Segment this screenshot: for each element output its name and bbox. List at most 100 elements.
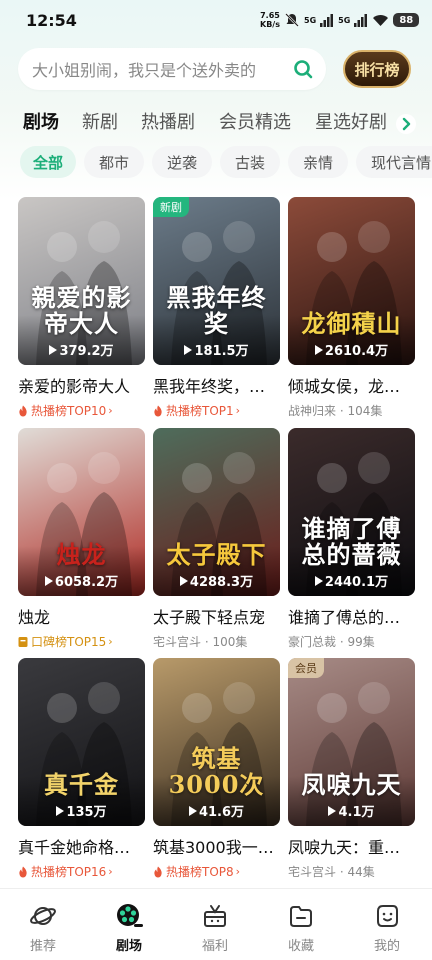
tab-theater[interactable]: 剧场 <box>23 108 59 134</box>
network-speed: 7.65 KB/s <box>260 11 280 29</box>
search-placeholder: 大小姐别闹，我只是个送外卖的 <box>32 61 257 80</box>
nav-theater[interactable]: 剧场 <box>86 889 172 960</box>
view-count: 41.6万 <box>153 801 280 820</box>
play-icon <box>188 806 197 816</box>
drama-poster[interactable]: 筑基3000次 41.6万 <box>153 658 280 826</box>
drama-title: 谁摘了傅总的… <box>288 608 401 627</box>
wifi-icon <box>373 15 389 26</box>
network-speed-value: 7.65 <box>260 11 280 20</box>
play-icon <box>49 345 58 355</box>
view-count: 379.2万 <box>18 340 145 359</box>
planet-icon <box>30 907 56 925</box>
drama-meta: 战神归来 · 104集 <box>288 402 415 419</box>
bottom-navigation: 推荐 剧场 福利 收藏 我的 <box>0 888 432 960</box>
view-count: 2610.4万 <box>288 340 415 359</box>
signal-icon-2 <box>354 14 368 27</box>
chevron-right-icon: › <box>108 635 113 648</box>
play-icon <box>44 576 53 586</box>
chevron-right-icon[interactable] <box>396 114 416 134</box>
network-speed-unit: KB/s <box>260 20 280 29</box>
nav-welfare[interactable]: 福利 <box>172 889 258 960</box>
chevron-right-icon: › <box>108 865 113 878</box>
poster-title-art: 烛龙 <box>56 540 107 569</box>
network-type-1: 5G <box>304 15 317 25</box>
view-count-value: 181.5万 <box>194 344 249 359</box>
status-bar: 12:54 7.65 KB/s 5G 5G 88 <box>0 0 432 42</box>
filter-city[interactable]: 都市 <box>84 146 144 178</box>
drama-meta: 宅斗宫斗 · 44集 <box>288 863 415 880</box>
view-count-value: 135万 <box>66 805 107 820</box>
nav-favorites[interactable]: 收藏 <box>258 889 344 960</box>
ranking-text: 热播榜TOP1 <box>166 404 234 418</box>
ranking-link[interactable]: 热播榜TOP1 › <box>153 402 280 419</box>
drama-poster[interactable]: 谁摘了傅总的蔷薇 2440.1万 <box>288 428 415 596</box>
drama-title: 太子殿下轻点宠 <box>153 608 266 627</box>
drama-poster[interactable]: 真千金 135万 <box>18 658 145 826</box>
drama-card[interactable]: 凤唳九天 会员 4.1万 凤唳九天：重… 宅斗宫斗 · 44集 <box>288 658 415 880</box>
poster-title-art: 黑我年终奖 <box>166 283 267 338</box>
view-count: 135万 <box>18 801 145 820</box>
drama-title: 筑基3000我一… <box>153 838 274 857</box>
filter-modern-romance[interactable]: 现代言情 <box>356 146 432 178</box>
tab-new[interactable]: 新剧 <box>82 108 118 134</box>
ranking-link[interactable]: 热播榜TOP10 › <box>18 402 145 419</box>
drama-card[interactable]: 太子殿下 4288.3万太子殿下轻点宠宅斗宫斗 · 100集 <box>153 428 280 650</box>
filter-all[interactable]: 全部 <box>20 146 76 178</box>
poster-title-art: 真千金 <box>44 770 119 799</box>
ranking-link[interactable]: 热播榜TOP8 › <box>153 863 280 880</box>
view-count-value: 41.6万 <box>198 805 245 820</box>
vip-badge: 会员 <box>288 658 324 678</box>
drama-card[interactable]: 龙御積山 2610.4万 倾城女侯，龙… 战神归来 · 104集 <box>288 197 415 419</box>
play-icon <box>314 345 323 355</box>
drama-card[interactable]: 真千金 135万真千金她命格… 热播榜TOP16 › <box>18 658 145 880</box>
nav-profile[interactable]: 我的 <box>344 889 430 960</box>
filter-family[interactable]: 亲情 <box>288 146 348 178</box>
drama-poster[interactable]: 親爱的影帝大人 379.2万 <box>18 197 145 365</box>
gift-icon <box>204 905 226 927</box>
drama-meta-text: 宅斗宫斗 · 100集 <box>153 635 248 649</box>
drama-poster[interactable]: 龙御積山 2610.4万 <box>288 197 415 365</box>
chevron-right-icon: › <box>108 404 113 417</box>
poster-title-art: 凤唳九天 <box>301 770 402 799</box>
battery-indicator: 88 <box>393 13 420 27</box>
tab-hot[interactable]: 热播剧 <box>141 108 195 134</box>
drama-card[interactable]: 谁摘了傅总的蔷薇 2440.1万谁摘了傅总的… 豪门总裁 · 99集 <box>288 428 415 650</box>
search-bar[interactable]: 大小姐别闹，我只是个送外卖的 <box>18 48 326 90</box>
drama-meta-text: 宅斗宫斗 · 44集 <box>288 865 375 879</box>
drama-card[interactable]: 烛龙 6058.2万 烛龙 口碑榜TOP15 › <box>18 428 145 650</box>
folder-icon <box>290 906 312 927</box>
poster-title-art: 親爱的影帝大人 <box>31 283 132 338</box>
ranking-link[interactable]: 热播榜TOP16 › <box>18 863 145 880</box>
play-icon <box>328 806 337 816</box>
filter-costume[interactable]: 古装 <box>220 146 280 178</box>
nav-recommend-label: 推荐 <box>29 939 56 954</box>
drama-meta: 豪门总裁 · 99集 <box>288 633 415 650</box>
view-count-value: 379.2万 <box>59 344 114 359</box>
flame-icon <box>19 866 27 877</box>
chevron-right-icon: › <box>235 404 241 417</box>
ranking-button[interactable]: 排行榜 <box>343 50 411 88</box>
drama-poster[interactable]: 太子殿下 4288.3万 <box>153 428 280 596</box>
drama-card[interactable]: 筑基3000次 41.6万筑基3000我一… 热播榜TOP8 › <box>153 658 280 880</box>
nav-favorites-label: 收藏 <box>287 939 314 954</box>
status-time: 12:54 <box>26 11 77 30</box>
ranking-link[interactable]: 口碑榜TOP15 › <box>18 633 145 650</box>
view-count-value: 2610.4万 <box>324 344 389 359</box>
drama-title: 烛龙 <box>18 608 51 627</box>
filter-comeback[interactable]: 逆袭 <box>152 146 212 178</box>
drama-card[interactable]: 黑我年终奖 新剧 181.5万 黑我年终奖，… 热播榜TOP1 › <box>153 197 280 419</box>
film-reel-icon <box>117 904 143 927</box>
view-count-value: 2440.1万 <box>324 575 389 590</box>
nav-recommend[interactable]: 推荐 <box>0 889 86 960</box>
view-count: 4.1万 <box>288 801 415 820</box>
ranking-text: 口碑榜TOP15 <box>31 635 107 649</box>
tab-star-picks[interactable]: 星选好剧 <box>315 108 387 134</box>
drama-poster[interactable]: 黑我年终奖 新剧 181.5万 <box>153 197 280 365</box>
tab-vip-picks[interactable]: 会员精选 <box>219 108 291 134</box>
drama-title: 真千金她命格… <box>18 838 131 857</box>
badge-icon <box>18 636 28 647</box>
drama-poster[interactable]: 凤唳九天 会员 4.1万 <box>288 658 415 826</box>
drama-card[interactable]: 親爱的影帝大人 379.2万亲爱的影帝大人 热播榜TOP10 › <box>18 197 145 419</box>
drama-poster[interactable]: 烛龙 6058.2万 <box>18 428 145 596</box>
drama-title: 亲爱的影帝大人 <box>18 377 131 396</box>
